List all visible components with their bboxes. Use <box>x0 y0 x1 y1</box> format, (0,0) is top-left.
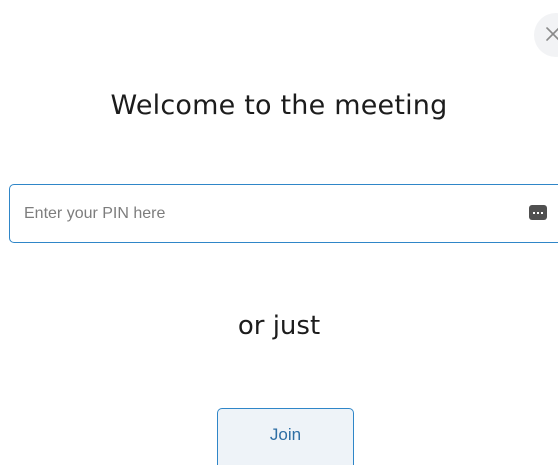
keypad-icon[interactable] <box>529 205 547 220</box>
close-button[interactable] <box>534 13 558 57</box>
pin-input[interactable] <box>10 185 510 242</box>
dialog-title: Welcome to the meeting <box>110 90 448 121</box>
or-just-label: or just <box>237 311 321 341</box>
welcome-dialog: Welcome to the meeting or just Join <box>0 0 558 465</box>
close-icon <box>546 27 558 41</box>
pin-field <box>9 184 558 243</box>
join-button[interactable]: Join <box>217 408 354 465</box>
